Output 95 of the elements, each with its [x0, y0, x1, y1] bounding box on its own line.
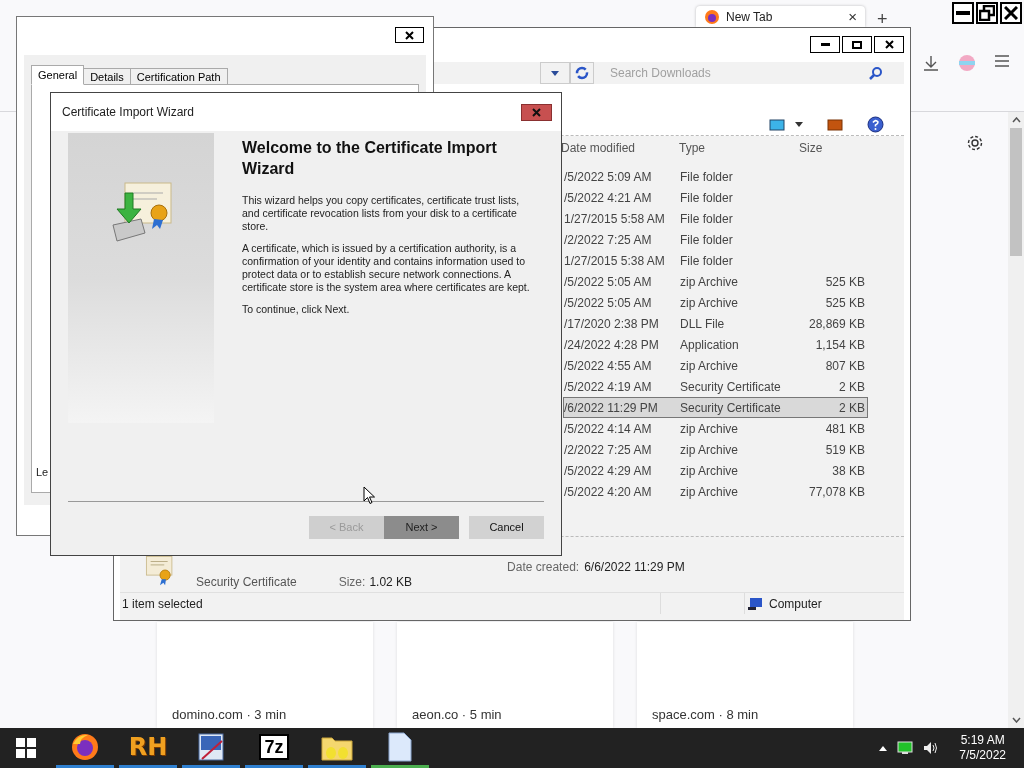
date-cell-text: /5/2022 4:19 AM [564, 378, 653, 396]
date-cell-text: 1/27/2015 5:38 AM [564, 252, 666, 270]
file-row[interactable]: 1/27/2015 5:58 AM File folder [563, 208, 868, 229]
type-cell-text: File folder [680, 210, 734, 228]
wizard-paragraph: To continue, click Next. [242, 303, 351, 316]
type-cell-text: File folder [680, 252, 734, 270]
browser-tab[interactable]: New Tab × [696, 6, 865, 27]
type-cell-text: Application [680, 336, 740, 354]
dialog-tab[interactable]: General [31, 65, 85, 85]
app-logo: 7z [259, 733, 289, 760]
file-row[interactable]: /17/2020 2:38 PM DLL File 28,869 KB [563, 313, 868, 334]
type-cell-text: zip Archive [680, 462, 740, 480]
size-cell-text: 2 KB [838, 378, 865, 396]
size-cell-text: 807 KB [824, 357, 865, 375]
window-title: Certificate Import Wizard [62, 104, 196, 121]
type-cell-text: File folder [680, 168, 734, 186]
type-cell-text: zip Archive [680, 483, 740, 501]
file-row[interactable]: /5/2022 5:09 AM File folder [563, 166, 868, 187]
type-cell-text: zip Archive [680, 420, 740, 438]
wizard-button[interactable]: Cancel [469, 516, 544, 539]
file-row[interactable]: /6/2022 11:29 PM Security Certificate 2 KB [563, 397, 868, 418]
size-cell-text: 28,869 KB [807, 315, 865, 333]
column-header[interactable]: Type [679, 139, 799, 157]
wizard-button[interactable]: Next > [384, 516, 459, 539]
file-row[interactable]: /5/2022 4:21 AM File folder [563, 187, 868, 208]
size-cell-text: 77,078 KB [807, 483, 865, 501]
location-text: Computer [769, 595, 822, 613]
date-cell-text: /17/2020 2:38 PM [564, 315, 660, 333]
file-row[interactable]: /5/2022 4:29 AM zip Archive 38 KB [563, 460, 868, 481]
size-cell-text: 525 KB [824, 273, 865, 291]
story-card[interactable]: space.com · 8 min [637, 622, 853, 728]
file-row[interactable]: /5/2022 4:14 AM zip Archive 481 KB [563, 418, 868, 439]
size-cell-text: 38 KB [831, 462, 865, 480]
taskbar-app[interactable]: RH [119, 728, 177, 768]
size-cell-text: 2 KB [838, 399, 865, 417]
size-label: Size: [338, 574, 366, 591]
date-cell-text: 1/27/2015 5:58 AM [564, 210, 666, 228]
file-row[interactable]: /5/2022 5:05 AM zip Archive 525 KB [563, 271, 868, 292]
wizard-heading: Welcome to the Certificate Import Wizard [242, 138, 498, 179]
date-cell-text: /24/2022 4:28 PM [564, 336, 660, 354]
story-card[interactable]: domino.com · 3 min [157, 622, 373, 728]
new-tab-button[interactable]: + [877, 10, 888, 28]
date-cell-text: /2/2022 7:25 AM [564, 441, 653, 459]
file-row[interactable]: /5/2022 4:55 AM zip Archive 807 KB [563, 355, 868, 376]
date-cell-text: /5/2022 4:21 AM [564, 189, 653, 207]
date-cell-text: /6/2022 11:29 PM [564, 399, 659, 417]
clock-date: 7/5/2022 [959, 748, 1006, 763]
size-cell-text: 519 KB [824, 441, 865, 459]
tab-close-button[interactable]: × [848, 9, 857, 24]
file-row[interactable]: /5/2022 4:19 AM Security Certificate 2 KB [563, 376, 868, 397]
size-cell-text: 481 KB [824, 420, 865, 438]
column-header[interactable]: Date modified [561, 139, 679, 157]
panel-label: Le [36, 464, 50, 480]
wizard-paragraph: This wizard helps you copy certificates, certificate trust lists, and certificate revocation lists from your disk to a certificate store. [242, 194, 521, 233]
status-text: 1 item selected [121, 595, 204, 613]
date-cell-text: /5/2022 4:14 AM [564, 420, 653, 438]
date-cell-text: /5/2022 5:09 AM [564, 168, 653, 186]
date-cell-text: /5/2022 4:55 AM [564, 357, 653, 375]
file-row[interactable]: /5/2022 4:20 AM zip Archive 77,078 KB [563, 481, 868, 502]
date-cell-text: /5/2022 4:20 AM [564, 483, 653, 501]
card-caption: space.com · 8 min [652, 705, 759, 724]
file-row[interactable]: /2/2022 7:25 AM zip Archive 519 KB [563, 439, 868, 460]
type-cell-text: zip Archive [680, 273, 740, 291]
date-cell-text: /5/2022 4:29 AM [564, 462, 653, 480]
date-cell-text: /2/2022 7:25 AM [564, 231, 653, 249]
card-caption: domino.com · 3 min [172, 705, 287, 724]
file-row[interactable]: 1/27/2015 5:38 AM File folder [563, 250, 868, 271]
clock-time: 5:19 AM [960, 733, 1005, 748]
type-cell-text: Security Certificate [680, 399, 782, 417]
date-cell-text: /5/2022 5:05 AM [564, 273, 653, 291]
date-cell-text: /5/2022 5:05 AM [564, 294, 653, 312]
type-cell-text: File folder [680, 231, 734, 249]
type-cell-text: zip Archive [680, 357, 740, 375]
date-created-value: 6/6/2022 11:29 PM [584, 559, 685, 576]
size-cell-text: 525 KB [824, 294, 865, 312]
file-row[interactable]: /24/2022 4:28 PM Application 1,154 KB [563, 334, 868, 355]
type-cell-text: DLL File [680, 315, 726, 333]
size-value: 1.02 KB [369, 574, 413, 591]
tab-title: New Tab [726, 8, 774, 26]
type-cell-text: File folder [680, 189, 734, 207]
date-created-label: Date created: [507, 559, 580, 576]
column-header[interactable]: Size [799, 139, 823, 157]
file-type: Security Certificate [196, 574, 297, 591]
card-caption: aeon.co · 5 min [412, 705, 502, 724]
type-cell-text: zip Archive [680, 294, 740, 312]
file-row[interactable]: /2/2022 7:25 AM File folder [563, 229, 868, 250]
file-row[interactable]: /5/2022 5:05 AM zip Archive 525 KB [563, 292, 868, 313]
taskbar-app[interactable]: 7z [245, 728, 303, 768]
wizard-paragraph: A certificate, which is issued by a certification authority, is a confirmation of your identity and contains information used to protect data or to establish secure network connections. A certificate store is the system area where certificates are kept. [242, 242, 531, 294]
app-logo: RH [128, 731, 168, 763]
story-card[interactable]: aeon.co · 5 min [397, 622, 613, 728]
size-cell-text: 1,154 KB [814, 336, 865, 354]
type-cell-text: Security Certificate [680, 378, 782, 396]
type-cell-text: zip Archive [680, 441, 740, 459]
search-field[interactable]: Search Downloads [610, 64, 869, 82]
